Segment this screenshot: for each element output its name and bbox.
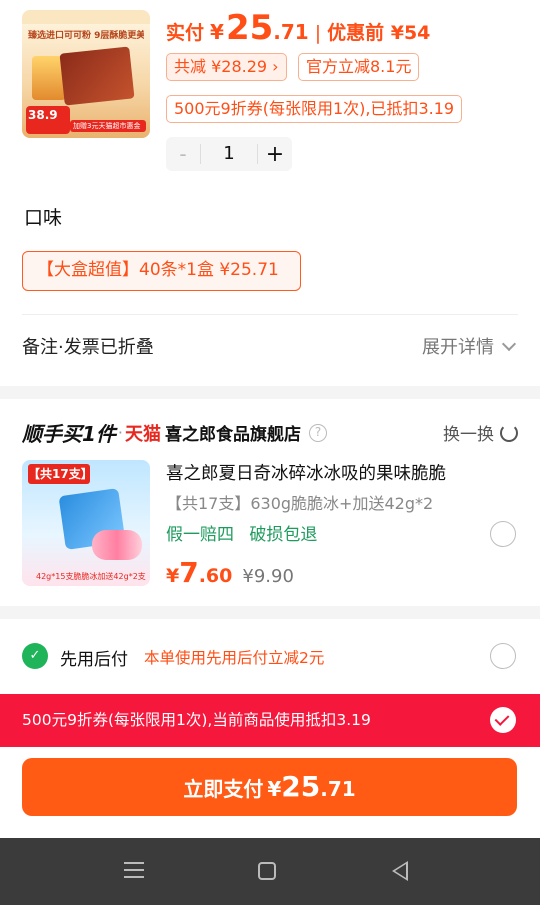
section-gap [0, 606, 540, 619]
pay-now-currency: ¥ [267, 777, 282, 801]
check-icon[interactable] [490, 707, 516, 733]
image-price: 38.9 [28, 108, 58, 122]
help-icon[interactable]: ? [309, 423, 328, 442]
tmall-logo: 天猫 [125, 423, 162, 445]
image-slogan: 臻选进口可可粉 9层酥脆更美味 [28, 31, 144, 41]
coupon-bar-text: 500元9折券(每张限用1次),当前商品使用抵扣3.19 [22, 711, 371, 729]
quantity-stepper: - 1 + [166, 137, 292, 171]
store-name[interactable]: 喜之郎食品旗舰店 [165, 420, 301, 445]
total-discount-tag[interactable]: 共减 ¥28.29 › [166, 53, 287, 81]
pay-now-label: 立即支付 [183, 777, 264, 801]
addon-item-spec: 【共17支】630g脆脆冰+加送42g*2 [166, 494, 434, 513]
addon-item-guarantees: 假一赔四 破损包退 [166, 520, 327, 545]
divider [22, 314, 518, 315]
flavor-title: 口味 [24, 207, 63, 229]
pay-now-price-integer: 25 [281, 770, 321, 803]
expand-details-button[interactable]: 展开详情 [422, 333, 517, 359]
addon-title-text: 顺手买1件 [22, 422, 116, 446]
product-image[interactable]: 臻选进口可可粉 9层酥脆更美味 38.9 加赠3元天猫超市惠金 [22, 10, 150, 138]
item-original-price: ¥9.90 [242, 566, 294, 587]
pay-now-price-decimal: .71 [320, 777, 356, 801]
back-icon[interactable] [392, 861, 408, 881]
increase-button[interactable]: + [258, 142, 292, 167]
image-price-tag: 38.9 [26, 106, 70, 134]
flavor-option-selected[interactable]: 【大盒超值】40条*1盒 ¥25.71 [22, 251, 301, 291]
pay-later-icon: ✓ [22, 643, 48, 669]
coupon-tag: 500元9折券(每张限用1次),已抵扣3.19 [166, 95, 463, 123]
swap-button[interactable]: 换一换 [443, 420, 518, 445]
official-discount-tag: 官方立减8.1元 [298, 53, 420, 81]
item-price-integer: 7 [179, 556, 199, 589]
item-price-decimal: .60 [198, 565, 233, 587]
addon-item-image[interactable]: 【共17支】 42g*15支脆脆冰加送42g*2支 [22, 460, 150, 586]
actual-pay-label: 实付 [166, 22, 205, 44]
item-image-sticks [92, 530, 142, 560]
addon-item-radio[interactable] [490, 521, 516, 547]
addon-item-name[interactable]: 喜之郎夏日奇冰碎冰冰吸的果味脆脆 [166, 460, 446, 485]
remark-invoice-label: 备注·发票已折叠 [22, 337, 154, 358]
swap-label: 换一换 [443, 425, 494, 445]
quantity-value[interactable]: 1 [200, 144, 258, 164]
item-image-badge: 【共17支】 [28, 464, 93, 484]
image-pack-box [59, 46, 135, 106]
menu-icon[interactable] [124, 862, 144, 878]
image-foot-banner: 加赠3元天猫超市惠金 [70, 120, 146, 132]
section-gap [0, 386, 540, 399]
item-currency: ¥ [166, 565, 180, 587]
price-separator: | [314, 22, 322, 44]
addon-title: 顺手买1件 · 天猫 喜之郎食品旗舰店 ? [22, 418, 328, 447]
pre-discount-price: 优惠前 ¥54 [327, 22, 431, 44]
pay-later-radio[interactable] [490, 643, 516, 669]
decrease-button[interactable]: - [166, 142, 200, 166]
currency-symbol: ¥ [210, 20, 224, 44]
chevron-down-icon [501, 336, 517, 351]
home-icon[interactable] [258, 862, 276, 880]
pay-now-button[interactable]: 立即支付 ¥ 25 .71 [22, 758, 517, 816]
addon-title-dot: · [117, 423, 124, 442]
addon-item-price: ¥ 7 .60 ¥9.90 [166, 556, 294, 589]
coupon-bar[interactable]: 500元9折券(每张限用1次),当前商品使用抵扣3.19 [0, 694, 540, 747]
item-image-caption: 42g*15支脆脆冰加送42g*2支 [36, 572, 146, 581]
pay-later-desc: 本单使用先用后付立减2元 [144, 649, 325, 667]
pay-later-label: 先用后付 [60, 650, 128, 670]
price-integer: 25 [225, 8, 274, 48]
actual-pay-row: 实付 ¥ 25 .71 | 优惠前 ¥54 [166, 8, 430, 48]
image-top-bar [22, 10, 150, 24]
price-decimal: .71 [273, 20, 309, 44]
expand-details-label: 展开详情 [422, 337, 494, 358]
guarantee-fake-compensation: 假一赔四 [166, 525, 234, 545]
refresh-icon [500, 423, 518, 442]
guarantee-damage-return: 破损包退 [249, 525, 318, 545]
